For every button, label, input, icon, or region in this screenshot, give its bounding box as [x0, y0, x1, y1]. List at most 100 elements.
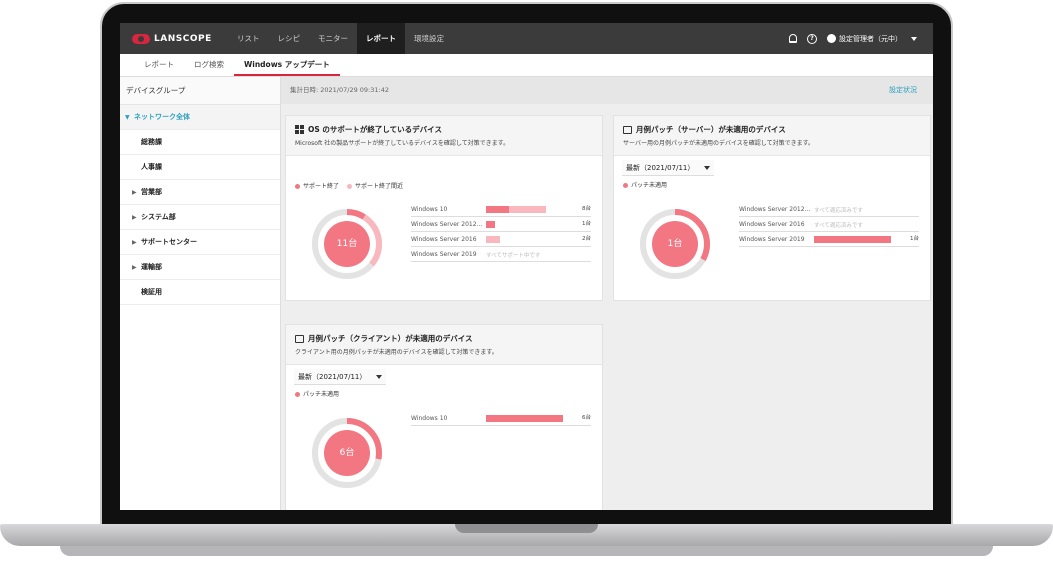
sidebar-item-label: 総務課 [141, 138, 162, 146]
period-select[interactable]: 最新（2021/07/11） [294, 369, 387, 385]
server-bar-rows: Windows Server 2012... すべて適応済みです Windows S… [739, 202, 919, 247]
nav-recipe[interactable]: レシピ [269, 23, 310, 54]
bar-primary [486, 220, 495, 228]
tab-windows-update[interactable]: Windows アップデート [234, 59, 340, 76]
dropdown-row: 最新（2021/07/11） [614, 160, 930, 176]
tab-log-search[interactable]: ログ検索 [184, 59, 234, 76]
sidebar-item-transport[interactable]: ▶ 運輸部 [120, 255, 280, 280]
card-title: 月例パッチ（クライアント）が未適用のデバイス [295, 333, 594, 344]
collapsed-triangle-icon[interactable]: ▶ [132, 230, 137, 255]
bar-track [486, 205, 591, 213]
bar-light [486, 235, 501, 243]
card-description: サーバー用の月例パッチが未適用のデバイスを確認して対策できます。 [623, 140, 814, 147]
table-row[interactable]: Windows Server 2016 2台 [411, 232, 591, 247]
sidebar-item-label: 人事課 [141, 163, 162, 171]
nav-list[interactable]: リスト [228, 23, 269, 54]
logo-mark-icon [132, 33, 150, 44]
client-donut-chart[interactable]: 6台 [311, 417, 383, 489]
card-title-text: OS のサポートが終了しているデバイス [308, 125, 442, 134]
legend: サポート終了 サポート終了間近 [295, 181, 602, 190]
row-label: Windows Server 2016 [411, 235, 477, 243]
nav-report[interactable]: レポート [357, 23, 405, 54]
bar-primary [486, 205, 509, 213]
row-value: 1台 [582, 221, 591, 227]
bar-primary [486, 414, 563, 422]
chevron-down-icon [376, 374, 383, 379]
sidebar-item-label: システム部 [141, 213, 176, 221]
aggregation-date: 集計日時: 2021/07/29 09:31:42 [290, 86, 389, 94]
donut-total: 11台 [336, 239, 358, 249]
sidebar-item-verification[interactable]: 検証用 [120, 280, 280, 305]
tab-report[interactable]: レポート [134, 59, 184, 76]
laptop-shadow [60, 546, 993, 556]
bar-track: すべてサポート中です [486, 251, 591, 259]
legend-item: パッチ未適用 [295, 389, 339, 398]
sidebar-item-hr[interactable]: 人事課 [120, 155, 280, 180]
row-value: 1台 [910, 236, 919, 242]
client-patch-card: 月例パッチ（クライアント）が未適用のデバイス クライアント用の月例パッチが未適用… [285, 324, 603, 510]
legend: パッチ未適用 [623, 180, 930, 189]
card-title-text: 月例パッチ（クライアント）が未適用のデバイス [308, 334, 473, 343]
card-header: 月例パッチ（クライアント）が未適用のデバイス クライアント用の月例パッチが未適用… [286, 325, 602, 365]
help-icon[interactable]: ? [807, 33, 817, 44]
sidebar-item-label: 営業部 [141, 188, 162, 196]
card-title: 月例パッチ（サーバー）が未適用のデバイス [623, 124, 922, 135]
sidebar-item-system[interactable]: ▶ システム部 [120, 205, 280, 230]
row-value: 2台 [582, 236, 591, 242]
server-patch-card: 月例パッチ（サーバー）が未適用のデバイス サーバー用の月例パッチが未適用のデバイ… [613, 115, 931, 301]
legend-item: サポート終了間近 [347, 181, 403, 190]
date-bar: 集計日時: 2021/07/29 09:31:42 設定状況 [281, 77, 933, 104]
settings-status-link[interactable]: 設定状況 [889, 77, 917, 104]
row-label: Windows 10 [411, 414, 448, 422]
period-select-value: 最新（2021/07/11） [298, 372, 367, 381]
card-header: 月例パッチ（サーバー）が未適用のデバイス サーバー用の月例パッチが未適用のデバイ… [614, 116, 930, 156]
table-row[interactable]: Windows Server 2019 1台 [739, 232, 919, 247]
period-select[interactable]: 最新（2021/07/11） [622, 160, 715, 176]
row-value: 8台 [582, 206, 591, 212]
donut-total: 6台 [339, 448, 355, 458]
card-title: OS のサポートが終了しているデバイス [295, 124, 594, 135]
nav-settings[interactable]: 環境設定 [405, 23, 453, 54]
sidebar-item-network-all[interactable]: ▼ ネットワーク全体 [120, 105, 280, 130]
donut-total: 1台 [667, 239, 683, 249]
table-row[interactable]: Windows 10 8台 [411, 202, 591, 217]
os-support-card: OS のサポートが終了しているデバイス Microsoft 社の製品サポートが終… [285, 115, 603, 301]
row-label: Windows 10 [411, 205, 448, 213]
table-row[interactable]: Windows Server 2012... すべて適応済みです [739, 202, 919, 217]
sidebar-header: デバイスグループ [120, 77, 280, 105]
bell-icon[interactable] [789, 34, 797, 43]
table-row[interactable]: Windows 10 6台 [411, 411, 591, 426]
sidebar-item-support[interactable]: ▶ サポートセンター [120, 230, 280, 255]
sidebar-item-sales[interactable]: ▶ 営業部 [120, 180, 280, 205]
top-navbar: LANSCOPE リスト レシピ モニター レポート 環境設定 ? 設定管理者（… [120, 23, 933, 54]
windows-icon [295, 125, 304, 134]
os-donut-chart[interactable]: 11台 [311, 208, 383, 280]
table-row[interactable]: Windows Server 2012... 1台 [411, 217, 591, 232]
sidebar-item-label: 運輸部 [141, 263, 162, 271]
nav-monitor[interactable]: モニター [309, 23, 357, 54]
dropdown-row: 最新（2021/07/11） [286, 369, 602, 385]
server-icon [623, 125, 632, 134]
collapsed-triangle-icon[interactable]: ▶ [132, 205, 137, 230]
top-right-tools: ? 設定管理者（元中） [789, 33, 917, 44]
server-donut-chart[interactable]: 1台 [639, 208, 711, 280]
expanded-triangle-icon: ▼ [125, 114, 130, 121]
row-value: 6台 [582, 415, 591, 421]
table-row[interactable]: Windows Server 2019 すべてサポート中です [411, 247, 591, 262]
collapsed-triangle-icon[interactable]: ▶ [132, 255, 137, 280]
chevron-down-icon [911, 36, 917, 41]
user-menu[interactable]: 設定管理者（元中） [827, 34, 917, 44]
row-note: すべて適応済みです [814, 207, 863, 214]
period-select-value: 最新（2021/07/11） [626, 163, 695, 172]
logo[interactable]: LANSCOPE [132, 33, 228, 44]
row-label: Windows Server 2019 [411, 250, 477, 258]
legend: パッチ未適用 [295, 389, 602, 398]
sub-tabs: レポート ログ検索 Windows アップデート [120, 54, 933, 77]
sidebar-item-label: 検証用 [141, 288, 162, 296]
sidebar-item-general-affairs[interactable]: 総務課 [120, 130, 280, 155]
card-description: クライアント用の月例パッチが未適用のデバイスを確認して対策できます。 [295, 349, 498, 356]
sidebar-item-label: サポートセンター [141, 238, 197, 246]
sidebar-item-label: ネットワーク全体 [134, 113, 190, 121]
table-row[interactable]: Windows Server 2016 すべて適応済みです [739, 217, 919, 232]
collapsed-triangle-icon[interactable]: ▶ [132, 180, 137, 205]
